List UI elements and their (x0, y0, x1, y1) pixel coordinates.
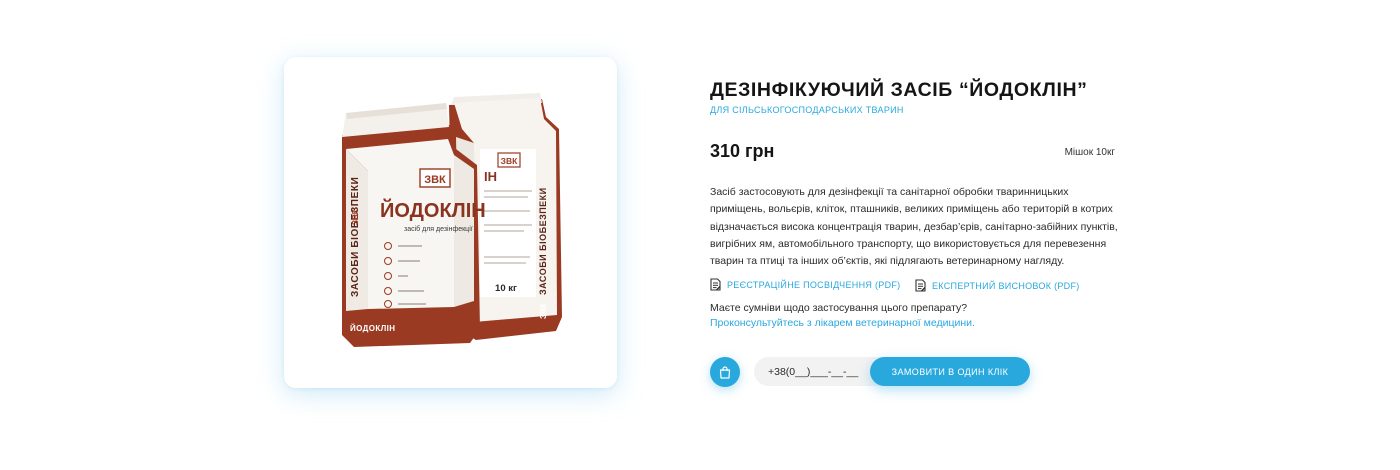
front-bag-side-brand: ЗВК (351, 209, 360, 225)
order-one-click-button[interactable]: ЗАМОВИТИ В ОДИН КЛІК (870, 357, 1030, 386)
product-price: 310 грн (710, 141, 775, 161)
back-bag-side-text: ЗАСОБИ БІОБЕЗПЕКИ (538, 187, 548, 295)
front-bag-bottom-text: ЙОДОКЛІН (350, 324, 396, 333)
front-bag-name: ЙОДОКЛІН (380, 198, 486, 222)
front-bag-brand: ЗВК (424, 174, 446, 186)
document-icon (710, 278, 721, 291)
expert-conclusion-link[interactable]: ЕКСПЕРТНИЙ ВИСНОВОК (PDF) (915, 279, 1080, 292)
registration-certificate-link[interactable]: РЕЄСТРАЦІЙНЕ ПОСВІДЧЕННЯ (PDF) (710, 278, 900, 291)
one-click-order-form: ЗАМОВИТИ В ОДИН КЛІК (754, 357, 1030, 386)
expert-conclusion-label: ЕКСПЕРТНИЙ ВИСНОВОК (PDF) (932, 280, 1080, 291)
add-to-cart-button[interactable] (710, 357, 740, 387)
phone-input[interactable] (754, 357, 874, 386)
back-bag-brand: ЗВК (501, 156, 518, 166)
product-description: Засіб застосовують для дезінфекції та са… (710, 186, 1118, 268)
front-bag-purpose: засіб для дезінфекції (404, 225, 473, 233)
consult-question: Маєте сумніви щодо застосування цього пр… (710, 302, 968, 314)
consult-vet-link[interactable]: Проконсультуйтесь з лікарем ветеринарної… (710, 317, 975, 329)
product-bags-illustration: ЗВК ІН 10 кг ЗАСОБИ БІОБЕЗПЕКИ ЗВК ЗВК Й… (342, 93, 562, 347)
document-icon (915, 279, 926, 292)
product-subtitle: ДЛЯ СІЛЬСЬКОГОСПОДАРСЬКИХ ТВАРИН (710, 105, 904, 115)
registration-certificate-label: РЕЄСТРАЦІЙНЕ ПОСВІДЧЕННЯ (PDF) (727, 279, 901, 290)
shopping-bag-icon (719, 365, 731, 379)
back-bag-name: ІН (484, 169, 497, 184)
front-bag-side-text: ЗАСОБИ БІОБЕЗПЕКИ (350, 177, 361, 297)
back-bag-weight: 10 кг (495, 283, 517, 294)
product-details: ДЕЗІНФІКУЮЧИЙ ЗАСІБ “ЙОДОКЛІН” ДЛЯ СІЛЬС… (710, 0, 1120, 470)
product-title: ДЕЗІНФІКУЮЧИЙ ЗАСІБ “ЙОДОКЛІН” (710, 79, 1088, 101)
back-bag-side-brand: ЗВК (539, 303, 548, 319)
package-size: Мішок 10кг (1064, 147, 1115, 158)
product-image-card: ЗВК ІН 10 кг ЗАСОБИ БІОБЕЗПЕКИ ЗВК ЗВК Й… (284, 57, 617, 388)
